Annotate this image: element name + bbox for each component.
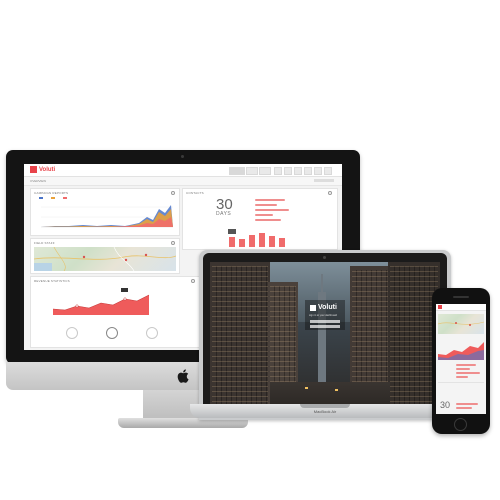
- topbar-icon-button[interactable]: [284, 167, 292, 175]
- topbar-icon-button[interactable]: [314, 167, 322, 175]
- map-view[interactable]: [34, 247, 176, 271]
- imac-camera-icon: [181, 155, 184, 158]
- tower-spire: [321, 274, 323, 294]
- phone-map[interactable]: [438, 314, 484, 334]
- progress-bar: [456, 372, 480, 374]
- divider: [438, 382, 484, 383]
- days-number: 30: [216, 196, 233, 213]
- phone-area-chart: [438, 342, 484, 360]
- topbar-icon-button[interactable]: [274, 167, 282, 175]
- contacts-panel: CONTACTS 30 DAYS: [182, 188, 338, 250]
- topbar-icon-button[interactable]: [294, 167, 302, 175]
- brand-logo-icon: [30, 166, 37, 173]
- gear-icon[interactable]: [328, 191, 332, 195]
- street-light: [335, 389, 338, 391]
- panel-title: CONTACTS: [186, 191, 204, 195]
- gear-icon[interactable]: [171, 241, 175, 245]
- stat-circle: [106, 327, 118, 339]
- dashboard-subbar: [24, 177, 342, 186]
- dashboard-brand[interactable]: Voluti: [30, 166, 55, 173]
- days-label: DAYS: [216, 211, 232, 217]
- panel-title: CAMPAIGN REPORTS: [34, 191, 69, 195]
- apple-logo-icon: [171, 362, 195, 390]
- panel-title: REVENUE STATISTICS: [34, 279, 70, 283]
- progress-bar: [255, 214, 273, 216]
- stat-circle: [66, 327, 78, 339]
- progress-bar: [456, 403, 478, 405]
- gear-icon[interactable]: [191, 279, 195, 283]
- phone-speaker: [453, 296, 469, 298]
- chart-bar: [239, 239, 245, 247]
- phone-days-number: 30: [440, 400, 451, 410]
- section-label: OVERVIEW: [30, 179, 47, 183]
- brand-logo-icon: [310, 304, 316, 311]
- progress-bar: [456, 368, 470, 370]
- progress-bar: [255, 199, 285, 201]
- map-panel: FIELD STAFF: [30, 238, 180, 274]
- revenue-panel: REVENUE STATISTICS: [30, 276, 200, 348]
- subbar-control[interactable]: [314, 179, 334, 182]
- chart-bar: [249, 235, 255, 247]
- bar-tooltip: [228, 229, 236, 234]
- macbook-model-label: MacBook Air: [313, 409, 337, 414]
- topbar-search-button[interactable]: [229, 167, 245, 175]
- password-input[interactable]: [310, 325, 340, 328]
- progress-bar: [255, 219, 281, 221]
- home-button-icon[interactable]: [454, 418, 467, 431]
- chart-bar: [259, 233, 265, 247]
- chart-bar: [229, 237, 235, 247]
- panel-title: FIELD STAFF: [34, 241, 55, 245]
- progress-bar: [255, 209, 289, 211]
- topbar-button[interactable]: [246, 167, 258, 175]
- chart-bar: [269, 236, 275, 247]
- progress-bar: [456, 364, 476, 366]
- login-brand: Voluti: [310, 304, 337, 311]
- login-brand-name: Voluti: [318, 304, 337, 311]
- brand-name: Voluti: [39, 166, 56, 173]
- login-tagline: sign in to your dashboard: [309, 314, 338, 317]
- gear-icon[interactable]: [171, 191, 175, 195]
- macbook-opening-notch: [300, 404, 350, 408]
- street-light: [305, 387, 308, 389]
- progress-bar: [456, 407, 472, 409]
- phone-topbar: [436, 304, 486, 311]
- topbar-icon-button[interactable]: [304, 167, 312, 175]
- chart-bar: [279, 238, 285, 247]
- macbook-camera-icon: [323, 256, 326, 259]
- phone-screen-dashboard: 30: [436, 304, 486, 414]
- brand-logo-icon: [438, 305, 442, 309]
- progress-bar: [456, 376, 468, 378]
- building-windows: [212, 266, 268, 406]
- topbar-button[interactable]: [259, 167, 271, 175]
- login-input[interactable]: [310, 320, 340, 323]
- revenue-area-chart: [52, 294, 150, 315]
- building-windows: [390, 266, 438, 406]
- stat-circle: [146, 327, 158, 339]
- campaign-chart-panel: CAMPAIGN REPORTS: [30, 188, 180, 236]
- macbook-screen-login: Voluti sign in to your dashboard: [210, 262, 440, 410]
- topbar-icon-button[interactable]: [324, 167, 332, 175]
- progress-bar: [255, 204, 277, 206]
- area-chart: [41, 205, 173, 228]
